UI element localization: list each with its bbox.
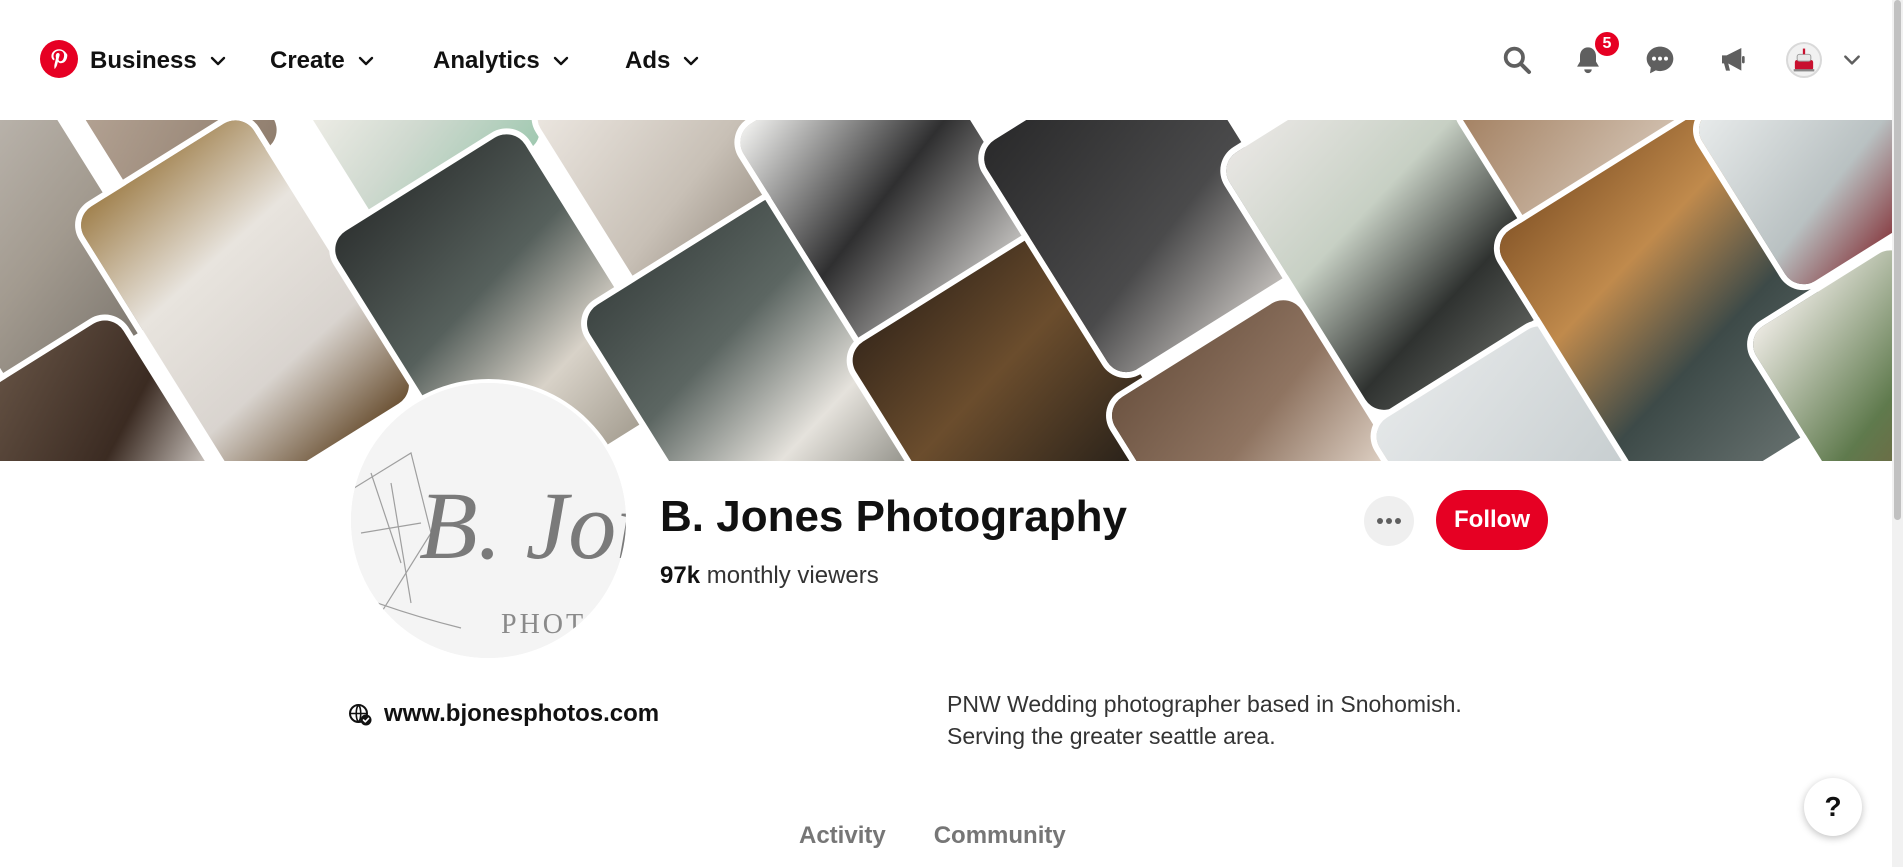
updates-button[interactable] [1710, 38, 1754, 82]
monthly-viewers: 97k monthly viewers [660, 562, 879, 590]
chevron-down-icon [684, 56, 699, 66]
account-avatar-button[interactable] [1782, 38, 1826, 82]
analytics-menu[interactable]: Analytics [433, 44, 570, 78]
logo-subtext: PHOTO [501, 609, 609, 640]
avatar [1786, 42, 1822, 78]
ellipsis-icon [1377, 518, 1401, 524]
megaphone-icon [1722, 48, 1745, 71]
business-label: Business [90, 47, 197, 74]
profile-name: B. Jones Photography [660, 492, 1127, 541]
analytics-label: Analytics [433, 47, 540, 74]
tab-activity[interactable]: Activity [799, 822, 886, 850]
profile-avatar: B. Jon PHOTO [347, 379, 630, 662]
viewers-label: monthly viewers [700, 562, 879, 589]
notification-badge: 5 [1593, 30, 1621, 58]
create-menu[interactable]: Create [270, 44, 375, 78]
messages-button[interactable] [1638, 38, 1682, 82]
website-link[interactable]: www.bjonesphotos.com [348, 700, 659, 728]
tab-community[interactable]: Community [934, 822, 1066, 850]
chevron-down-icon [553, 56, 568, 66]
chevron-down-icon [210, 56, 225, 66]
ads-menu[interactable]: Ads [625, 44, 700, 78]
follow-button[interactable]: Follow [1436, 490, 1548, 550]
pinterest-logo[interactable] [40, 40, 78, 78]
logo-image: B. Jon PHOTO [351, 383, 630, 658]
chevron-down-icon [1844, 55, 1860, 65]
profile-bio: PNW Wedding photographer based in Snohom… [947, 688, 1462, 752]
bio-line: PNW Wedding photographer based in Snohom… [947, 691, 1462, 717]
cake-avatar-icon [1793, 48, 1815, 72]
verified-globe-icon [349, 704, 372, 726]
scrollbar-thumb[interactable] [1894, 0, 1901, 520]
profile-tabs: Activity Community [799, 822, 1066, 850]
help-button[interactable]: ? [1804, 778, 1862, 836]
business-menu[interactable]: Business [90, 44, 227, 78]
more-options-button[interactable] [1364, 496, 1414, 546]
logo-text: B. Jon [419, 472, 630, 579]
bio-line: Serving the greater seattle area. [947, 723, 1276, 749]
account-menu-button[interactable] [1838, 38, 1866, 82]
cover-image [0, 120, 1892, 461]
message-icon [1646, 46, 1674, 74]
viewers-count: 97k [660, 562, 701, 589]
chevron-down-icon [358, 56, 373, 66]
ads-label: Ads [625, 47, 671, 74]
website-url: www.bjonesphotos.com [384, 700, 660, 727]
create-label: Create [270, 47, 345, 74]
scrollbar[interactable] [1892, 0, 1903, 867]
top-navigation: Business Create Analytics Ads 5 [0, 0, 1903, 120]
search-button[interactable] [1495, 38, 1539, 82]
search-icon [1503, 46, 1531, 74]
pinterest-p-icon [51, 49, 68, 69]
